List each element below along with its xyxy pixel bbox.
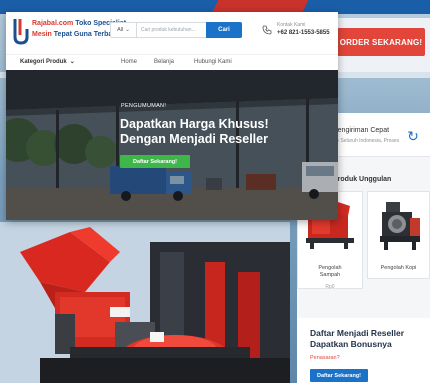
contact-label: Kontak Kami (277, 22, 306, 28)
hero-banner: PENGUMUMAN! Dapatkan Harga Khusus! Denga… (6, 70, 338, 220)
featured-products-title: Produk Unggulan (333, 176, 392, 183)
chevron-down-icon: ⌄ (125, 27, 130, 33)
product-image (380, 202, 420, 250)
search-bar: All ⌄ Cari (110, 22, 242, 38)
reseller-title: Daftar Menjadi Reseller Dapatkan Bonusny… (310, 328, 405, 349)
nav-shop[interactable]: Belanja (154, 59, 174, 65)
contact-info[interactable]: Kontak Kami +62 821-1553-5855 (262, 22, 336, 42)
product-name: Pengolah Sampah (318, 265, 342, 278)
hero-announcement: PENGUMUMAN! (121, 103, 167, 109)
site-header: Rajabal.com Toko Specialist Mesin Tepat … (6, 12, 338, 54)
machine-illustration (0, 222, 290, 383)
product-category-menu[interactable]: Kategori Produk ⌄ (20, 58, 75, 66)
shipping-subtitle: Ke Seluruh Indonesia, Proses (333, 138, 400, 144)
order-now-button[interactable]: ORDER SEKARANG! (337, 28, 425, 56)
nav-home[interactable]: Home (121, 59, 137, 65)
product-name: Pengolah Kopi (380, 265, 417, 271)
hero-title: Dapatkan Harga Khusus! Dengan Menjadi Re… (120, 117, 269, 146)
site-logo[interactable]: Rajabal.com Toko Specialist Mesin Tepat … (12, 17, 126, 49)
website-window: Rajabal.com Toko Specialist Mesin Tepat … (6, 12, 338, 220)
reseller-register-button[interactable]: Daftar Sekarang! (310, 369, 368, 382)
search-button[interactable]: Cari (206, 22, 242, 38)
product-card[interactable]: Pengolah Kopi (367, 191, 430, 279)
search-input[interactable] (141, 25, 209, 35)
refresh-icon: ↻ (407, 128, 419, 144)
contact-phone: +62 821-1553-5855 (277, 30, 330, 36)
nav-contact[interactable]: Hubungi Kami (194, 59, 232, 65)
phone-icon (262, 25, 272, 35)
main-nav: Kategori Produk ⌄ Home Belanja Hubungi K… (6, 54, 338, 70)
logo-line-2: Mesin Tepat Guna Terbaik (32, 31, 119, 38)
shipping-title: Pengiriman Cepat (333, 127, 390, 134)
hero-register-button[interactable]: Daftar Sekarang! (120, 155, 190, 168)
search-category-select[interactable]: All ⌄ (111, 23, 137, 37)
reseller-box: Daftar Menjadi Reseller Dapatkan Bonusny… (297, 318, 430, 383)
product-price: Rp0 (325, 284, 335, 290)
reseller-question: Penasaran? (310, 355, 340, 361)
chevron-down-icon: ⌄ (69, 59, 75, 65)
logo-mark-icon (13, 19, 29, 45)
